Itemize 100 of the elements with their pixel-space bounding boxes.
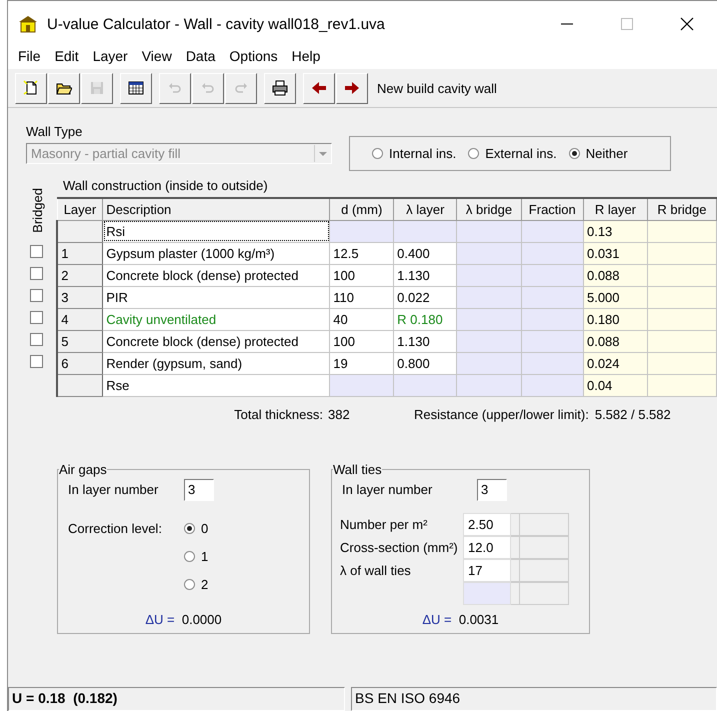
table-cell[interactable]: Rse: [102, 374, 330, 396]
menu-item[interactable]: Options: [222, 48, 285, 64]
input-field[interactable]: 12.0: [463, 536, 511, 558]
table-cell: [647, 264, 716, 286]
table-cell: 0.04: [583, 374, 648, 396]
menu-item[interactable]: Edit: [48, 48, 86, 64]
table-cell: [456, 308, 522, 330]
table-cell: [521, 264, 584, 286]
table-cell: [330, 220, 394, 242]
checkbox[interactable]: [30, 267, 43, 280]
table-cell[interactable]: Cavity unventilated: [102, 308, 330, 330]
radio-button[interactable]: [568, 148, 580, 159]
column-header[interactable]: λ bridge: [456, 198, 522, 220]
radio-label: External ins.: [485, 146, 557, 161]
table-cell: 40: [330, 308, 394, 330]
checkbox[interactable]: [30, 311, 43, 324]
table-cell: [521, 286, 584, 308]
radio-button[interactable]: [184, 551, 195, 562]
table-cell: 0.13: [583, 220, 648, 242]
table-cell: 5.000: [583, 286, 648, 308]
input-field[interactable]: 3: [184, 478, 214, 500]
table-cell[interactable]: PIR: [102, 286, 330, 308]
input-field[interactable]: 17: [463, 558, 511, 582]
field-label: Cross-section (mm²): [340, 538, 459, 557]
column-header[interactable]: Layer: [57, 198, 103, 220]
table-cell: 1.130: [394, 330, 457, 352]
table-cell: 100: [330, 330, 394, 352]
menu-item[interactable]: File: [11, 48, 48, 64]
checkbox[interactable]: [30, 333, 43, 346]
status-text: U = 0.18 (0.182): [8, 687, 345, 711]
row-header[interactable]: [57, 220, 103, 242]
left-arrow-icon: [311, 80, 327, 96]
table-cell: [456, 264, 522, 286]
table-cell: [647, 286, 716, 308]
row-header[interactable]: 1: [57, 242, 103, 264]
menu-item[interactable]: Help: [284, 48, 328, 64]
column-header[interactable]: d (mm): [330, 198, 394, 220]
total-thickness-value: 382: [328, 406, 351, 422]
menu-item[interactable]: Layer: [86, 48, 135, 64]
toolbar-button[interactable]: [303, 72, 335, 104]
redo-icon: [233, 80, 249, 96]
table-cell: [521, 352, 584, 374]
checkbox[interactable]: [30, 245, 43, 258]
table-cell[interactable]: Gypsum plaster (1000 kg/m³): [102, 242, 330, 264]
resistance-value: 5.582 / 5.582: [594, 406, 671, 422]
table-cell: [647, 352, 716, 374]
radio-button[interactable]: [468, 148, 480, 159]
row-header[interactable]: 6: [57, 352, 103, 374]
table-cell: [521, 242, 584, 264]
table-cell: 0.022: [394, 286, 457, 308]
column-header[interactable]: R layer: [583, 198, 648, 220]
checkbox[interactable]: [30, 355, 43, 368]
column-label: Bridged: [30, 188, 45, 233]
field-label: Correction level:: [68, 520, 163, 538]
toolbar-button[interactable]: [264, 72, 296, 104]
table-cell[interactable]: Concrete block (dense) protected: [102, 264, 330, 286]
table-cell: [330, 374, 394, 396]
toolbar-button[interactable]: [15, 72, 47, 104]
table-cell[interactable]: Rsi: [102, 220, 330, 242]
menu-item[interactable]: Data: [178, 48, 222, 64]
table-cell: [647, 242, 716, 264]
table-cell[interactable]: Render (gypsum, sand): [102, 352, 330, 374]
table-cell[interactable]: Concrete block (dense) protected: [102, 330, 330, 352]
printer-icon: [272, 80, 288, 96]
table-cell: [511, 582, 520, 604]
toolbar-button[interactable]: [48, 72, 80, 104]
menu-item[interactable]: View: [134, 48, 179, 64]
column-header[interactable]: Description: [102, 198, 330, 220]
radio-button[interactable]: [184, 579, 195, 590]
input-field[interactable]: 2.50: [463, 512, 511, 536]
column-header[interactable]: Fraction: [521, 198, 584, 220]
radio-label: 1: [201, 549, 208, 564]
table-cell: [511, 512, 520, 536]
column-header[interactable]: λ layer: [394, 198, 457, 220]
checkbox[interactable]: [30, 289, 43, 302]
row-header[interactable]: [57, 374, 103, 396]
input-field[interactable]: 3: [477, 478, 507, 500]
table-cell: [520, 558, 569, 582]
radio-button[interactable]: [372, 148, 383, 159]
radio-button[interactable]: [184, 523, 195, 534]
radio-label: 0: [201, 521, 208, 536]
row-header[interactable]: 3: [57, 286, 103, 308]
row-header[interactable]: 2: [57, 264, 103, 286]
table-cell: 100: [330, 264, 394, 286]
table-cell: [456, 220, 522, 242]
resistance-label: Resistance (upper/lower limit):: [414, 406, 589, 422]
toolbar-button[interactable]: [336, 72, 368, 104]
table-cell: [456, 374, 522, 396]
toolbar-button[interactable]: [120, 72, 152, 104]
row-header[interactable]: 5: [57, 330, 103, 352]
table-cell: 12.5: [330, 242, 394, 264]
row-header[interactable]: 4: [57, 308, 103, 330]
table-cell: [520, 582, 569, 604]
table-cell: 0.180: [583, 308, 648, 330]
app-icon: [18, 15, 38, 33]
column-header[interactable]: R bridge: [647, 198, 716, 220]
field-label: λ of wall ties: [340, 562, 412, 580]
delta-u-value: ΔU = 0.0031: [421, 612, 500, 626]
field-label: Wall Type: [26, 124, 84, 139]
table-cell: [521, 330, 584, 352]
